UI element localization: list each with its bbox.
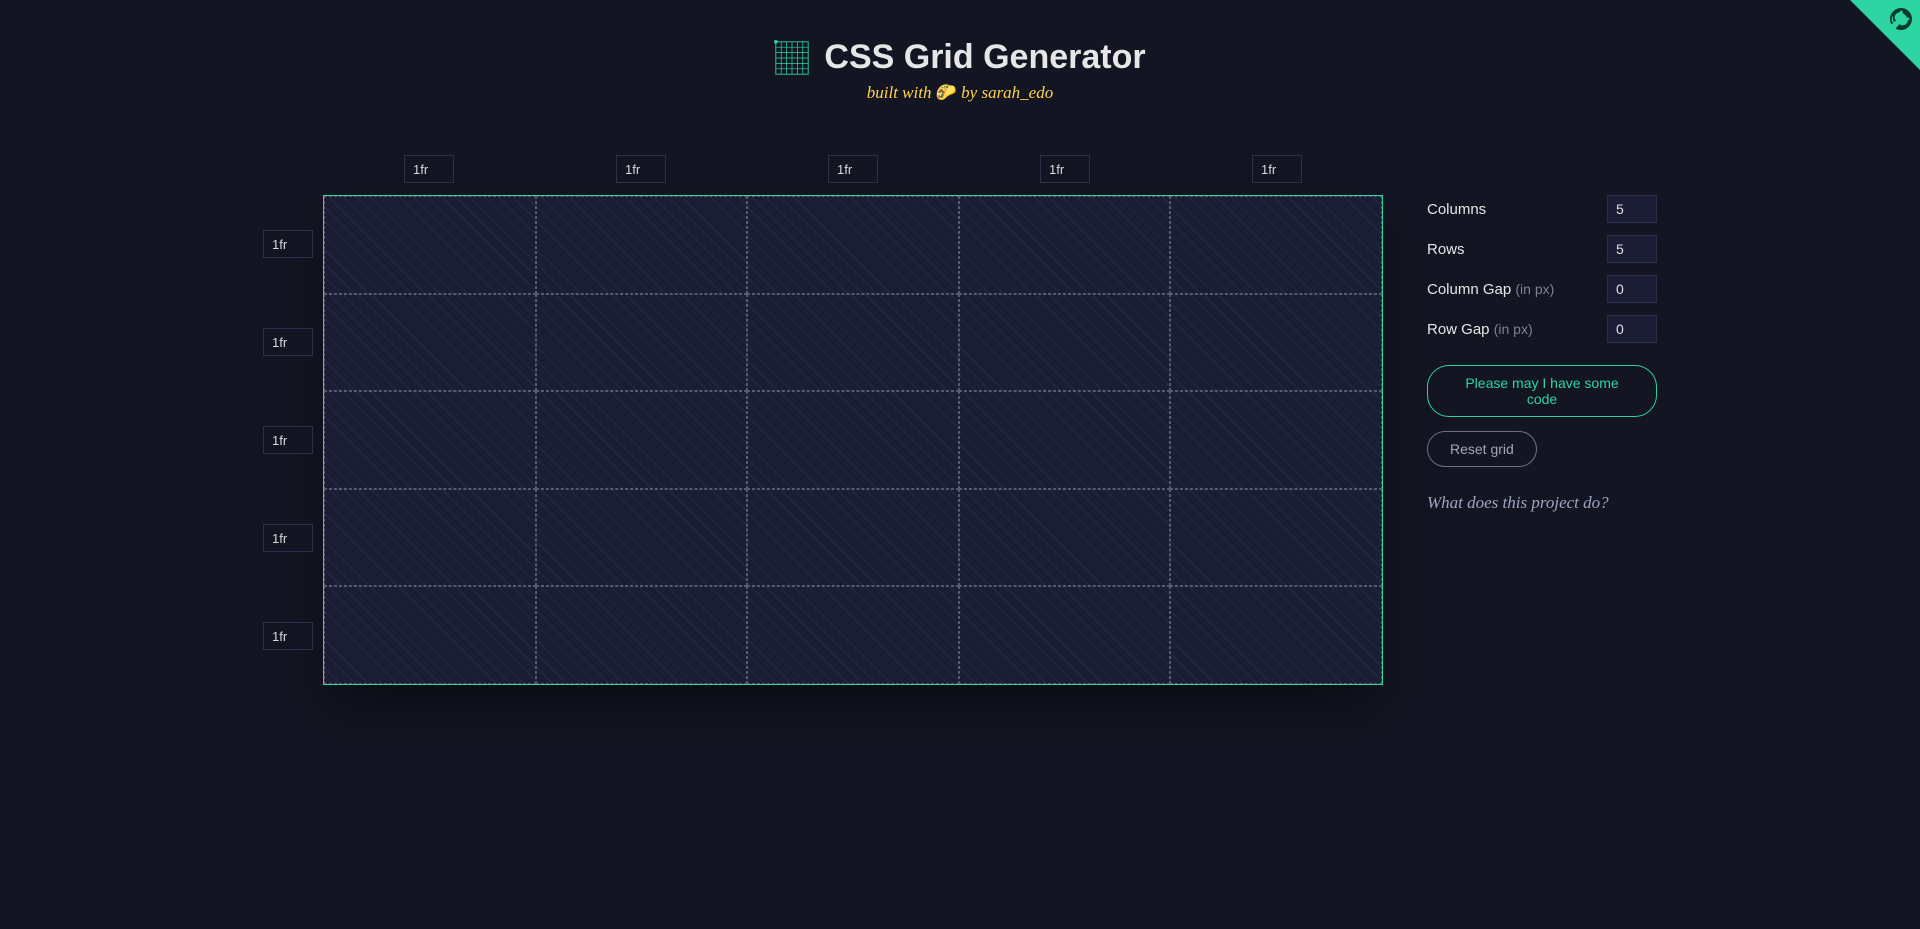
grid-cell[interactable] [324,294,536,392]
rows-label: Rows [1427,241,1465,258]
grid-cell[interactable] [324,586,536,684]
grid-cell[interactable] [1170,586,1382,684]
grid-canvas[interactable] [323,195,1383,685]
subtitle: built with 🌮 by sarah_edo [0,83,1920,103]
grid-cell[interactable] [1170,196,1382,294]
grid-cell[interactable] [747,391,959,489]
github-corner[interactable] [1850,0,1920,70]
rows-input[interactable] [1607,235,1657,263]
column-gap-input[interactable] [1607,275,1657,303]
page-header: CSS Grid Generator built with 🌮 by sarah… [0,0,1920,103]
grid-cell[interactable] [959,391,1171,489]
grid-logo-icon [774,40,810,76]
grid-cell[interactable] [324,391,536,489]
row-gap-label: Row Gap (in px) [1427,321,1533,338]
grid-cell[interactable] [747,489,959,587]
grid-cell[interactable] [324,489,536,587]
grid-cell[interactable] [1170,294,1382,392]
column-unit-input[interactable] [616,155,666,183]
grid-cell[interactable] [1170,489,1382,587]
generate-code-button[interactable]: Please may I have some code [1427,365,1657,417]
grid-cell[interactable] [959,586,1171,684]
column-unit-input[interactable] [828,155,878,183]
grid-cell[interactable] [536,586,748,684]
grid-cell[interactable] [959,294,1171,392]
github-icon [1885,3,1916,34]
about-link[interactable]: What does this project do? [1427,493,1657,513]
controls-panel: Columns Rows Column Gap (in px) Row Gap … [1427,155,1657,513]
grid-cell[interactable] [536,294,748,392]
grid-cell[interactable] [1170,391,1382,489]
grid-cell[interactable] [747,586,959,684]
grid-cell[interactable] [747,196,959,294]
grid-cell[interactable] [959,196,1171,294]
row-gap-input[interactable] [1607,315,1657,343]
taco-icon: 🌮 [936,83,957,102]
column-gap-label: Column Gap (in px) [1427,281,1554,298]
column-unit-input[interactable] [404,155,454,183]
columns-input[interactable] [1607,195,1657,223]
grid-cell[interactable] [536,196,748,294]
grid-cell[interactable] [324,196,536,294]
row-unit-input[interactable] [263,622,313,650]
grid-cell[interactable] [536,391,748,489]
grid-cell[interactable] [536,489,748,587]
row-unit-input[interactable] [263,328,313,356]
columns-label: Columns [1427,201,1486,218]
column-unit-input[interactable] [1040,155,1090,183]
row-unit-input[interactable] [263,426,313,454]
row-unit-input[interactable] [263,230,313,258]
column-unit-input[interactable] [1252,155,1302,183]
row-unit-input[interactable] [263,524,313,552]
grid-cell[interactable] [747,294,959,392]
page-title: CSS Grid Generator [824,38,1145,77]
grid-cell[interactable] [959,489,1171,587]
grid-editor [263,155,1383,685]
reset-button[interactable]: Reset grid [1427,431,1537,467]
